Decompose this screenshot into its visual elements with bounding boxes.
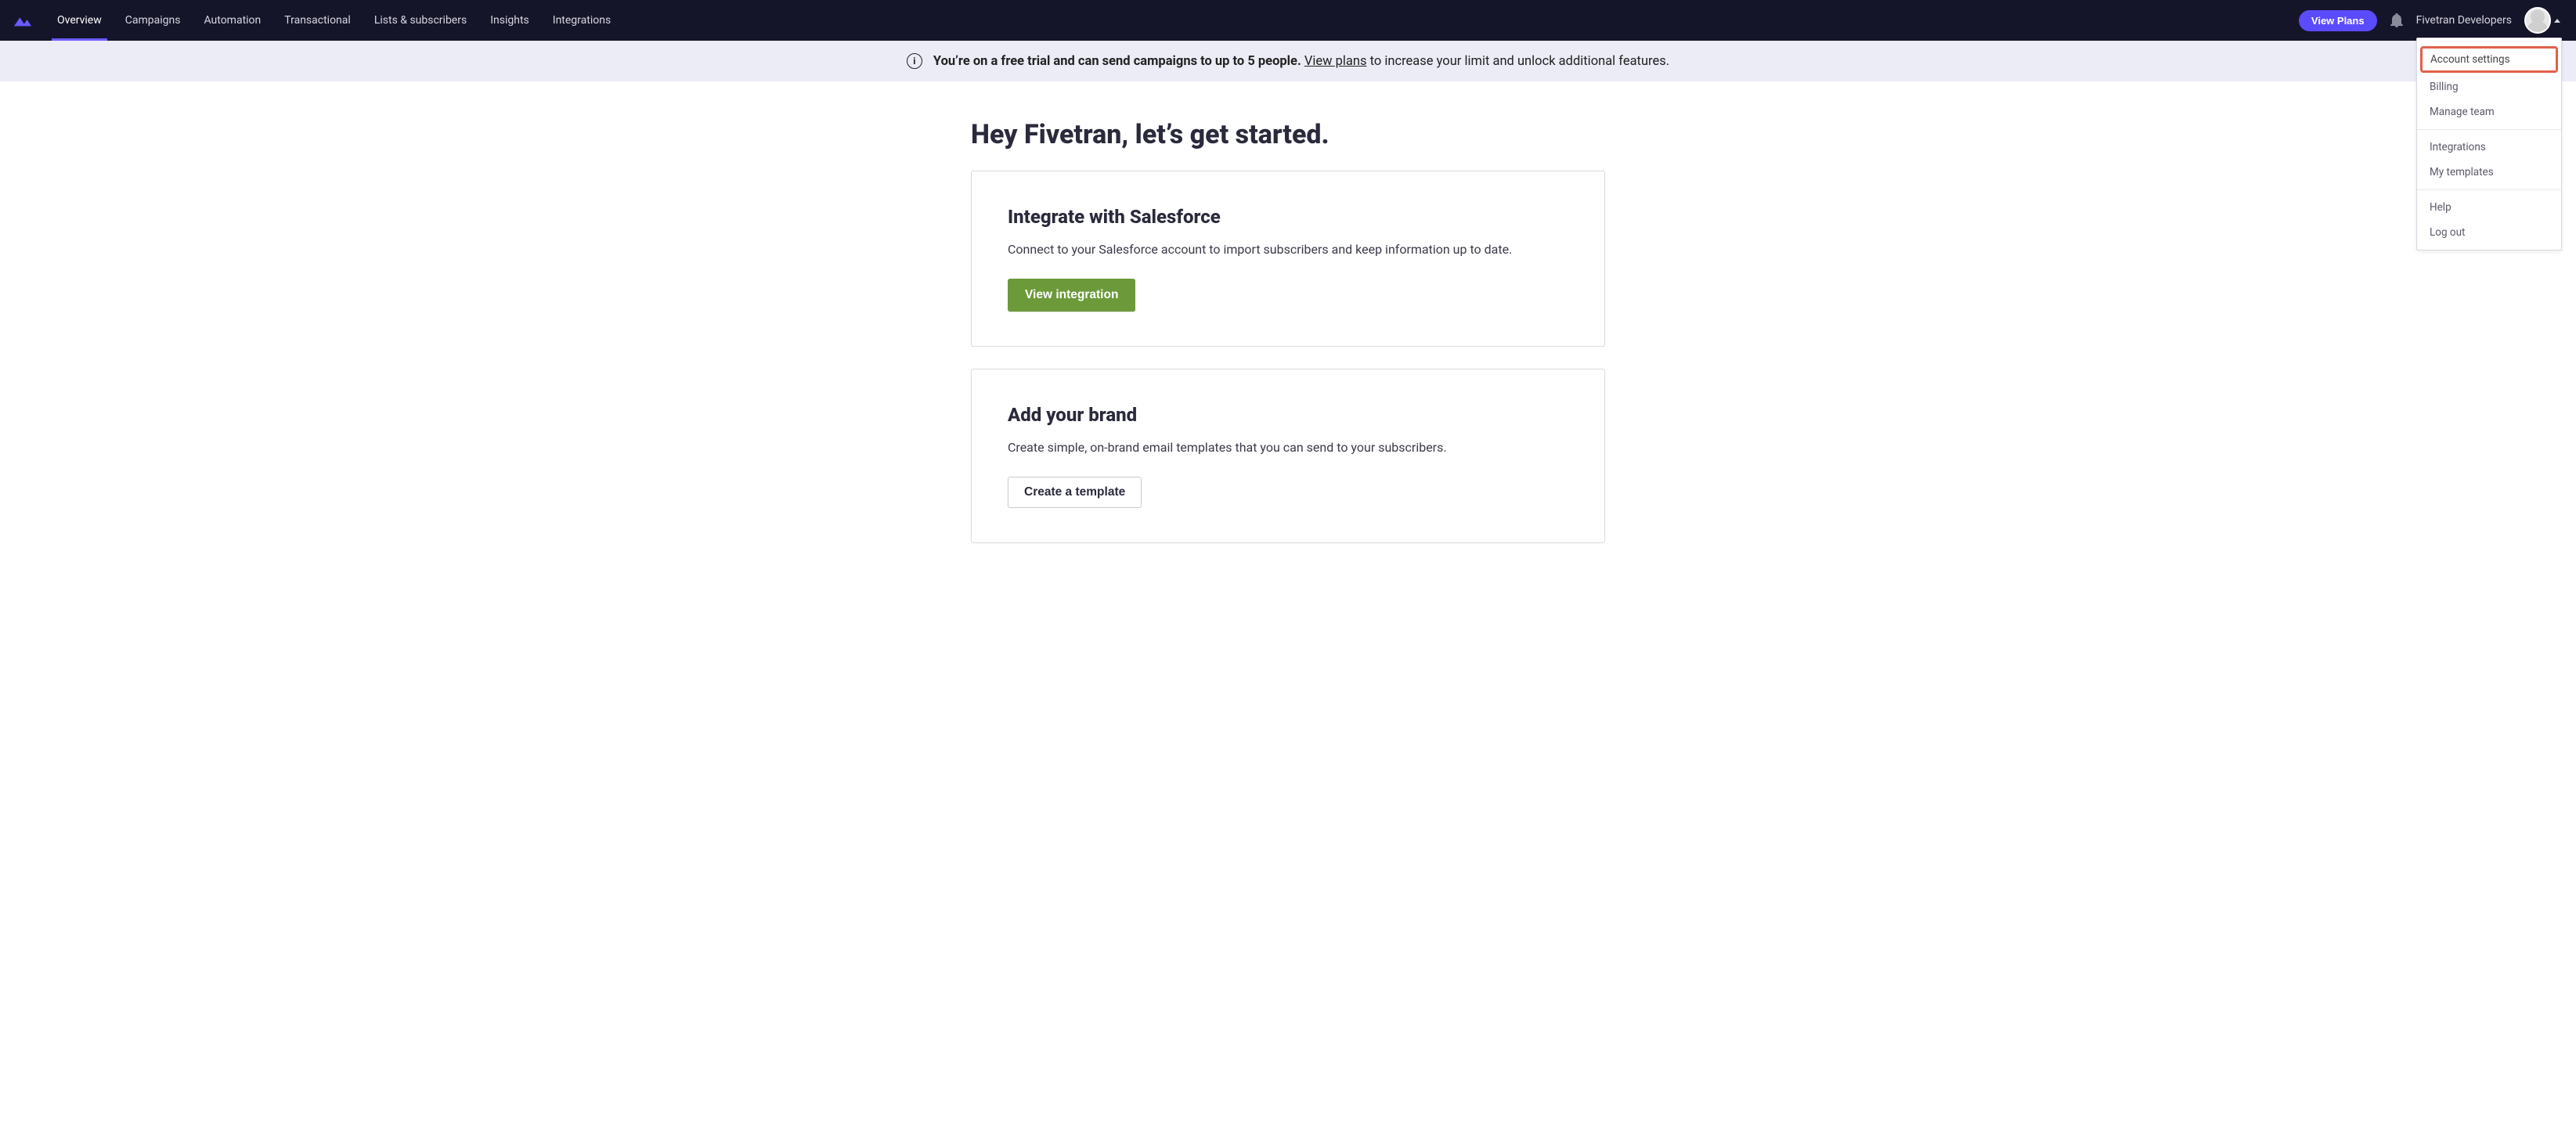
create-template-button[interactable]: Create a template <box>1008 477 1142 508</box>
nav-insights[interactable]: Insights <box>478 0 541 41</box>
view-integration-button[interactable]: View integration <box>1008 279 1135 312</box>
dropdown-my-templates[interactable]: My templates <box>2417 160 2561 185</box>
main-nav: Overview Campaigns Automation Transactio… <box>45 0 622 41</box>
view-plans-button[interactable]: View Plans <box>2299 10 2377 31</box>
card-brand: Add your brand Create simple, on-brand e… <box>971 369 1605 543</box>
trial-strong-text: You’re on a free trial and can send camp… <box>933 54 1301 69</box>
page-title: Hey Fivetran, let’s get started. <box>971 119 1605 150</box>
nav-transactional[interactable]: Transactional <box>272 0 363 41</box>
notifications-icon[interactable] <box>2390 13 2404 27</box>
dropdown-log-out[interactable]: Log out <box>2417 220 2561 245</box>
trial-view-plans-link[interactable]: View plans <box>1304 54 1367 69</box>
topbar: Overview Campaigns Automation Transactio… <box>0 0 2576 41</box>
card-salesforce-desc: Connect to your Salesforce account to im… <box>1008 242 1568 257</box>
card-brand-title: Add your brand <box>1008 404 1568 426</box>
dropdown-integrations[interactable]: Integrations <box>2417 135 2561 160</box>
nav-automation[interactable]: Automation <box>192 0 272 41</box>
card-salesforce: Integrate with Salesforce Connect to you… <box>971 171 1605 347</box>
user-dropdown: Account settings Billing Manage team Int… <box>2416 38 2562 250</box>
nav-integrations[interactable]: Integrations <box>541 0 622 41</box>
dropdown-account-settings[interactable]: Account settings <box>2422 48 2556 71</box>
card-salesforce-title: Integrate with Salesforce <box>1008 206 1568 228</box>
trial-banner: i You’re on a free trial and can send ca… <box>0 41 2576 81</box>
info-icon: i <box>907 53 922 69</box>
dropdown-help[interactable]: Help <box>2417 195 2561 220</box>
dropdown-manage-team[interactable]: Manage team <box>2417 99 2561 124</box>
dropdown-billing[interactable]: Billing <box>2417 74 2561 99</box>
nav-lists-subscribers[interactable]: Lists & subscribers <box>363 0 478 41</box>
avatar <box>2524 7 2551 34</box>
card-brand-desc: Create simple, on-brand email templates … <box>1008 440 1568 455</box>
user-menu-trigger[interactable] <box>2524 7 2560 34</box>
trial-rest-text: to increase your limit and unlock additi… <box>1370 54 1670 69</box>
caret-up-icon <box>2554 19 2560 23</box>
nav-overview[interactable]: Overview <box>45 0 114 41</box>
main-content: Hey Fivetran, let’s get started. Integra… <box>955 119 1621 543</box>
logo[interactable] <box>14 14 31 27</box>
nav-campaigns[interactable]: Campaigns <box>114 0 193 41</box>
topbar-right: View Plans Fivetran Developers <box>2299 7 2560 34</box>
user-label: Fivetran Developers <box>2416 14 2512 27</box>
